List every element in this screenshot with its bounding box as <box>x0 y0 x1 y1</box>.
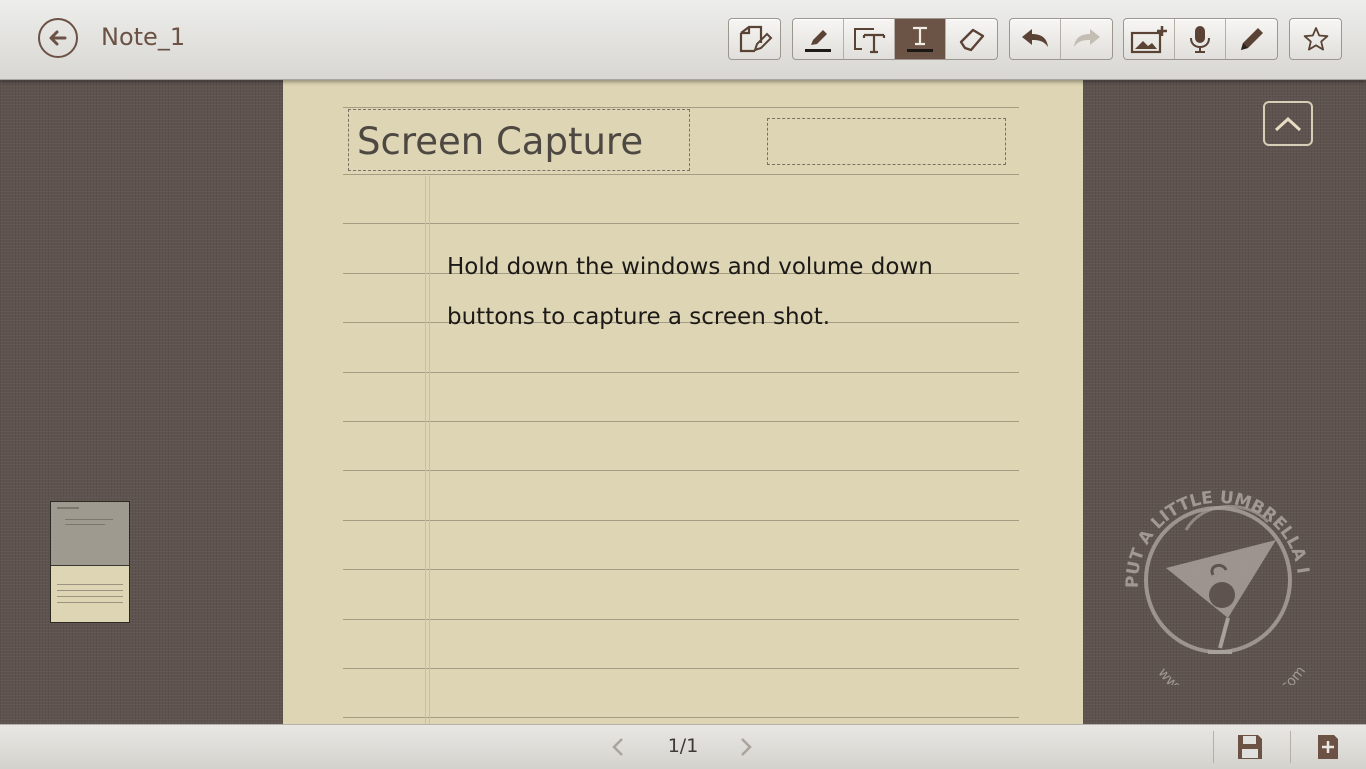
page-edit-button[interactable] <box>729 19 780 59</box>
ruled-line <box>343 372 1019 373</box>
textbox-tool-button[interactable] <box>844 19 895 59</box>
history-group <box>1009 18 1113 60</box>
divider <box>1213 731 1214 763</box>
bottom-app-bar: 1/1 <box>0 724 1366 769</box>
back-button[interactable] <box>38 18 78 58</box>
undo-button[interactable] <box>1010 19 1061 59</box>
textbox-icon <box>854 28 886 54</box>
text-tool-button[interactable] <box>895 19 946 59</box>
add-image-icon <box>1130 26 1167 54</box>
page-thumbnail[interactable] <box>50 501 130 623</box>
eraser-icon <box>959 28 984 52</box>
note-title: Note_1 <box>101 23 186 51</box>
ruled-line <box>343 619 1019 620</box>
page-edit-icon <box>739 25 772 53</box>
ruled-line <box>343 421 1019 422</box>
svg-text:www.alittleumbrella.com: www.alittleumbrella.com <box>1155 663 1309 685</box>
watermark-url: www.alittleumbrella.com <box>1155 663 1309 685</box>
undo-icon <box>1022 29 1048 47</box>
insert-group <box>1123 18 1278 60</box>
insert-image-button[interactable] <box>1124 19 1175 59</box>
watermark-logo: PUT A LITTLE UMBRELLA IN YOUR DRINK www.… <box>1108 470 1313 685</box>
pen-icon <box>805 30 831 52</box>
star-icon <box>1303 27 1328 51</box>
ruled-line <box>343 520 1019 521</box>
page-indicator: 1/1 <box>667 735 699 757</box>
eraser-tool-button[interactable] <box>946 19 997 59</box>
note-title-field[interactable]: Screen Capture <box>348 109 690 171</box>
ruled-line <box>343 717 1019 718</box>
record-audio-button[interactable] <box>1175 19 1226 59</box>
redo-icon <box>1073 29 1100 47</box>
note-page[interactable]: Screen Capture Hold down the windows and… <box>283 80 1083 724</box>
chevron-right-icon <box>741 738 752 756</box>
next-page-button[interactable] <box>738 736 754 762</box>
ruled-line <box>343 223 1019 224</box>
save-button[interactable] <box>1235 732 1265 762</box>
pencil-button[interactable] <box>1226 19 1277 59</box>
ruled-line <box>343 470 1019 471</box>
page-style-group <box>728 18 781 60</box>
favorite-button[interactable] <box>1290 19 1341 59</box>
back-arrow-icon <box>49 30 67 46</box>
ruled-line <box>343 569 1019 570</box>
redo-button[interactable] <box>1061 19 1112 59</box>
input-mode-group <box>792 18 998 60</box>
previous-page-button[interactable] <box>610 736 626 762</box>
save-icon <box>1238 735 1262 759</box>
pencil-icon <box>1240 28 1263 50</box>
favorite-group <box>1289 18 1342 60</box>
note-body-text[interactable]: Hold down the windows and volume down bu… <box>447 243 987 342</box>
collapse-toolbar-button[interactable] <box>1263 101 1313 146</box>
ruled-line <box>343 174 1019 175</box>
ruled-line <box>343 668 1019 669</box>
thumbnail-viewport <box>51 502 129 566</box>
add-page-button[interactable] <box>1313 732 1343 762</box>
margin-line <box>425 176 430 724</box>
ruled-line <box>343 107 1019 108</box>
divider <box>1290 731 1291 763</box>
top-app-bar: Note_1 <box>0 0 1366 80</box>
chevron-left-icon <box>612 738 623 756</box>
add-page-icon <box>1318 735 1338 759</box>
chevron-up-icon <box>1274 116 1302 131</box>
note-date-field[interactable] <box>767 118 1006 165</box>
note-title-text: Screen Capture <box>357 120 644 163</box>
microphone-icon <box>1190 26 1210 53</box>
text-cursor-icon <box>907 26 933 52</box>
pen-tool-button[interactable] <box>793 19 844 59</box>
